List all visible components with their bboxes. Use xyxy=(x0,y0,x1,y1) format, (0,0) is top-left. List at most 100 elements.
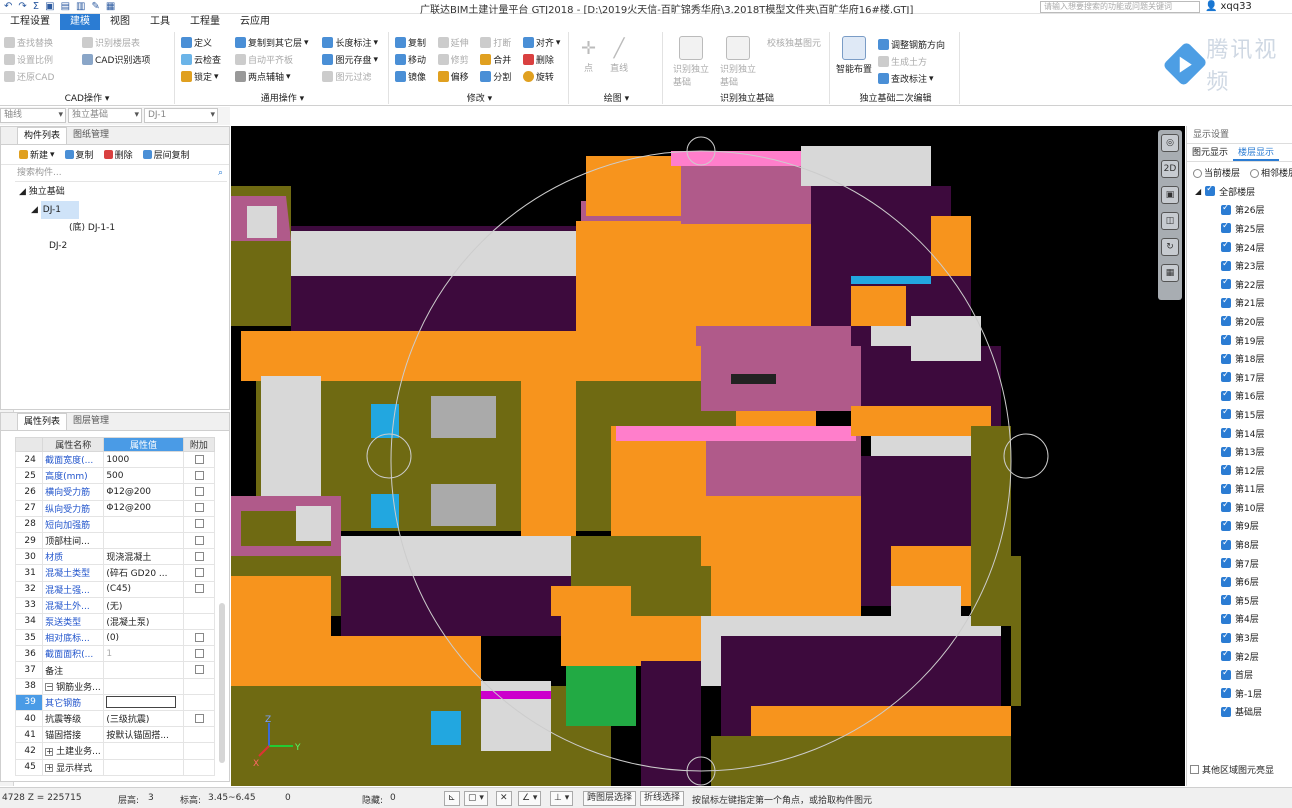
property-row[interactable]: 40 抗震等级 (三级抗震) xyxy=(14,709,216,728)
cad-group-label[interactable]: CAD操作 ▾ xyxy=(0,91,174,104)
property-value[interactable] xyxy=(103,531,184,550)
component-type-select[interactable]: 独立基础 xyxy=(68,108,142,123)
floor-item[interactable]: 第15层 xyxy=(1195,405,1292,424)
floor-item[interactable]: 第7层 xyxy=(1195,554,1292,573)
copy-component-button[interactable]: 复制 xyxy=(64,148,94,161)
floor-checkbox[interactable] xyxy=(1221,259,1231,271)
property-value[interactable]: (无) xyxy=(103,596,184,614)
tab-layer-management[interactable]: 图层管理 xyxy=(67,413,115,430)
property-value[interactable]: (碎石 GD20 ... xyxy=(103,564,184,582)
draw-group-label[interactable]: 绘图 ▾ xyxy=(571,91,662,104)
two-point-axis-button[interactable]: 两点辅轴 ▾ xyxy=(234,68,315,85)
tab-component-list[interactable]: 构件列表 xyxy=(17,127,68,144)
floor-copy-button[interactable]: 层间复制 xyxy=(142,148,190,161)
property-value[interactable]: 按默认锚固搭... xyxy=(103,726,184,744)
radio-adjacent-floor[interactable]: 相邻楼层 xyxy=(1250,166,1292,179)
floor-item[interactable]: 第5层 xyxy=(1195,591,1292,610)
floor-checkbox[interactable] xyxy=(1221,314,1231,327)
tree-node-dj1-1[interactable]: (底) DJ-1-1 xyxy=(19,219,229,237)
tab-floor-display[interactable]: 楼层显示 xyxy=(1233,144,1280,161)
3d-viewport[interactable]: Z Y X ◎ 2D ▣ ◫ ↻ ▦ xyxy=(231,126,1185,786)
floor-checkbox[interactable] xyxy=(1221,389,1231,401)
collapse-icon[interactable]: ◢ xyxy=(1195,187,1201,196)
cross-layer-select-button[interactable]: 跨图层选择 xyxy=(583,791,637,806)
property-row[interactable]: 28 短向加强筋 xyxy=(14,515,216,533)
property-value[interactable]: (三级抗震) xyxy=(103,709,184,728)
floor-item[interactable]: 第24层 xyxy=(1195,238,1292,257)
new-component-button[interactable]: 新建 ▾ xyxy=(19,148,55,161)
floor-checkbox[interactable] xyxy=(1221,445,1231,457)
append-checkbox[interactable] xyxy=(195,567,205,577)
adjust-rebar-direction-button[interactable]: 调整钢筋方向 xyxy=(878,36,945,53)
modify-group-label[interactable]: 修改 ▾ xyxy=(391,91,568,104)
floor-checkbox[interactable] xyxy=(1221,407,1231,420)
property-row[interactable]: 27 纵向受力筋 Φ12@200 xyxy=(14,499,216,517)
snap-button[interactable]: ⊾ xyxy=(444,791,460,806)
move-button[interactable]: 移动 xyxy=(395,51,430,68)
highlight-other-areas-option[interactable]: 其他区域图元亮显 xyxy=(1190,763,1274,776)
delete-button[interactable]: 删除 xyxy=(522,51,564,68)
property-value[interactable] xyxy=(103,742,184,760)
tree-node-dj2[interactable]: DJ-2 xyxy=(19,237,229,255)
floor-item[interactable]: 第25层 xyxy=(1195,219,1292,238)
floor-item[interactable]: 第12层 xyxy=(1195,461,1292,480)
floor-item[interactable]: 第4层 xyxy=(1195,610,1292,629)
tab-project-settings[interactable]: 工程设置 xyxy=(0,14,60,30)
floor-item[interactable]: 第14层 xyxy=(1195,424,1292,443)
floor-item[interactable]: 基础层 xyxy=(1195,703,1292,722)
floor-checkbox[interactable] xyxy=(1221,593,1231,606)
floor-checkbox[interactable] xyxy=(1221,519,1231,531)
tab-element-display[interactable]: 图元显示 xyxy=(1187,144,1233,161)
property-value[interactable] xyxy=(103,693,184,712)
collapse-icon[interactable]: − xyxy=(45,683,54,692)
property-value[interactable]: Φ12@200 xyxy=(103,499,184,517)
component-name-select[interactable]: DJ-1 xyxy=(144,108,218,123)
property-value[interactable]: (C45) xyxy=(103,580,184,598)
append-checkbox[interactable] xyxy=(195,454,205,464)
append-checkbox[interactable] xyxy=(195,486,205,496)
element-filter-button[interactable]: 图元过滤 xyxy=(322,68,384,85)
verify-footing-button[interactable]: 校核独基图元 xyxy=(767,36,821,88)
generate-earthwork-button[interactable]: 生成土方 xyxy=(878,53,945,70)
floor-item[interactable]: 第10层 xyxy=(1195,498,1292,517)
property-value[interactable] xyxy=(103,661,184,679)
rotate-button[interactable]: 旋转 xyxy=(522,68,564,85)
property-row[interactable]: 37 备注 xyxy=(14,661,216,679)
append-checkbox[interactable] xyxy=(195,535,205,545)
property-value[interactable] xyxy=(103,515,184,533)
undo-icon[interactable]: ↶ xyxy=(4,1,12,12)
property-value[interactable]: 500 xyxy=(103,467,184,485)
floor-checkbox[interactable] xyxy=(1221,556,1231,569)
property-value[interactable]: (混凝土泵) xyxy=(103,612,184,631)
floor-checkbox[interactable] xyxy=(1221,240,1231,253)
tab-quantities[interactable]: 工程量 xyxy=(180,14,230,30)
cloud-check-button[interactable]: 云检查 xyxy=(181,51,227,68)
navigate-icon[interactable]: ◎ xyxy=(1161,134,1179,152)
category-select[interactable]: 轴线 xyxy=(0,108,66,123)
floor-all-item[interactable]: ◢全部楼层 xyxy=(1195,182,1292,201)
expand-icon[interactable]: + xyxy=(45,747,54,756)
property-row[interactable]: 34 泵送类型 (混凝土泵) xyxy=(14,612,216,631)
floor-item[interactable]: 第22层 xyxy=(1195,275,1292,294)
component-search-input[interactable]: 搜索构件... ⌕ xyxy=(15,166,227,182)
redo-icon[interactable]: ↷ xyxy=(18,1,26,12)
append-checkbox[interactable] xyxy=(195,519,205,529)
help-search-input[interactable]: 请输入想要搜索的功能或问题关键词 xyxy=(1040,1,1200,13)
cross-button[interactable]: ✕ xyxy=(496,791,512,806)
floor-checkbox[interactable] xyxy=(1221,277,1231,290)
floor-checkbox[interactable] xyxy=(1221,426,1231,439)
property-value[interactable] xyxy=(103,758,184,776)
general-group-label[interactable]: 通用操作 ▾ xyxy=(177,91,388,104)
append-checkbox[interactable] xyxy=(195,470,205,480)
define-button[interactable]: 定义 xyxy=(181,34,227,51)
property-edit-box[interactable] xyxy=(106,696,177,709)
floor-checkbox[interactable] xyxy=(1221,668,1231,680)
append-checkbox[interactable] xyxy=(195,632,205,642)
box-view-icon[interactable]: ◫ xyxy=(1161,212,1179,230)
property-row[interactable]: 25 高度(mm) 500 xyxy=(14,467,216,485)
sum-icon[interactable]: Σ xyxy=(33,1,39,12)
align-button[interactable]: 对齐 ▾ xyxy=(522,34,564,51)
tab-property-list[interactable]: 属性列表 xyxy=(17,413,68,430)
append-checkbox[interactable] xyxy=(195,665,205,675)
identify-floor-table-button[interactable]: 识别楼层表 xyxy=(82,34,170,51)
